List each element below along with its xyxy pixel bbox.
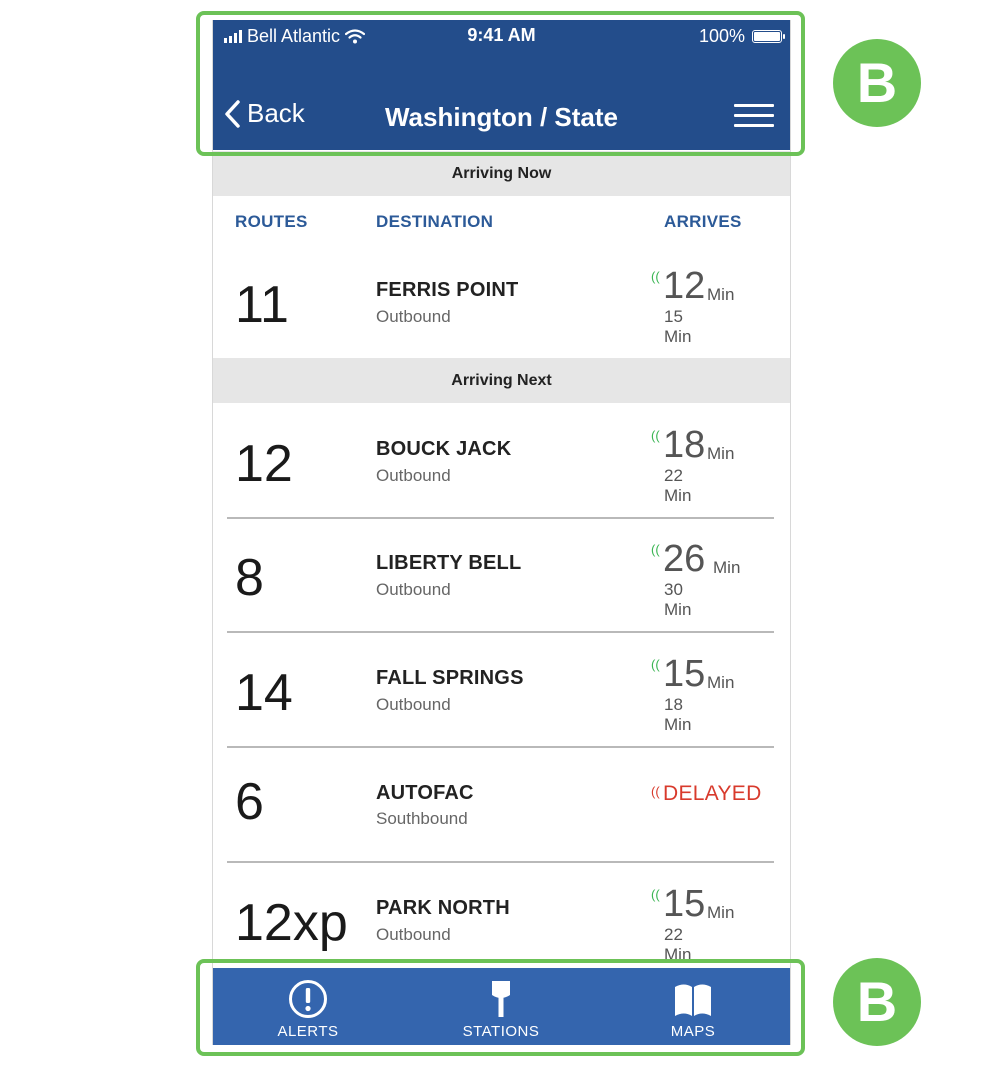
arrival-row[interactable]: 14 FALL SPRINGS Outbound (( 15 Min 18 Mi…: [213, 633, 790, 747]
arrival-unit: Min: [713, 558, 741, 577]
next-arrival: 18 Min: [664, 695, 692, 734]
column-header-destination: DESTINATION: [376, 212, 494, 231]
arrival-row[interactable]: 11 FERRIS POINT Outbound (( 12 Min 15 Mi…: [213, 245, 790, 359]
route-number: 12xp: [235, 894, 348, 952]
realtime-signal-icon: ((: [651, 657, 660, 672]
annotation-badge-bottom: B: [833, 958, 921, 1046]
direction: Outbound: [376, 925, 451, 944]
realtime-signal-icon: ((: [651, 428, 660, 443]
next-arrival: 30 Min: [664, 580, 692, 619]
next-arrival: 22 Min: [664, 466, 692, 505]
arrival-row[interactable]: 12 BOUCK JACK Outbound (( 18 Min 22 Min: [213, 404, 790, 518]
next-arrival: 15 Min: [664, 307, 692, 346]
arrival-unit: Min: [707, 903, 735, 922]
direction: Outbound: [376, 466, 451, 485]
route-number: 11: [235, 276, 289, 334]
destination-name: AUTOFAC: [376, 782, 474, 804]
arrival-minutes: 18: [663, 424, 706, 466]
destination-name: FERRIS POINT: [376, 279, 519, 301]
realtime-signal-icon: ((: [651, 887, 660, 902]
route-number: 12: [235, 435, 293, 493]
column-headers: ROUTES DESTINATION ARRIVES: [213, 198, 790, 238]
direction: Outbound: [376, 580, 451, 599]
arrival-minutes: 15: [663, 883, 706, 925]
section-header-arriving-now: Arriving Now: [213, 151, 790, 196]
section-header-arriving-next: Arriving Next: [213, 358, 790, 403]
route-number: 8: [235, 549, 264, 607]
realtime-signal-icon: ((: [651, 542, 660, 557]
column-header-routes: ROUTES: [235, 212, 308, 231]
route-number: 14: [235, 664, 293, 722]
destination-name: PARK NORTH: [376, 897, 510, 919]
annotation-highlight-tabbar: [196, 959, 805, 1056]
arrival-minutes: 12: [663, 265, 706, 307]
annotation-badge-top: B: [833, 39, 921, 127]
route-number: 6: [235, 773, 264, 831]
arrival-row[interactable]: 8 LIBERTY BELL Outbound (( 26 Min 30 Min: [213, 518, 790, 632]
direction: Outbound: [376, 695, 451, 714]
arrival-row[interactable]: 6 AUTOFAC Southbound (( DELAYED: [213, 748, 790, 862]
arrival-minutes: 26: [663, 538, 706, 580]
direction: Outbound: [376, 307, 451, 326]
destination-name: FALL SPRINGS: [376, 667, 524, 689]
realtime-signal-icon: ((: [651, 784, 660, 799]
delayed-status: DELAYED: [663, 782, 762, 805]
arrival-unit: Min: [707, 444, 735, 463]
arrival-unit: Min: [707, 673, 735, 692]
phone-screen: Bell Atlantic 9:41 AM 100% Back Washingt…: [212, 20, 791, 1045]
realtime-signal-icon: ((: [651, 269, 660, 284]
annotation-highlight-header: [196, 11, 805, 156]
destination-name: LIBERTY BELL: [376, 552, 522, 574]
direction: Southbound: [376, 809, 468, 828]
arrival-unit: Min: [707, 285, 735, 304]
arrival-minutes: 15: [663, 653, 706, 695]
destination-name: BOUCK JACK: [376, 438, 512, 460]
column-header-arrives: ARRIVES: [664, 212, 742, 231]
